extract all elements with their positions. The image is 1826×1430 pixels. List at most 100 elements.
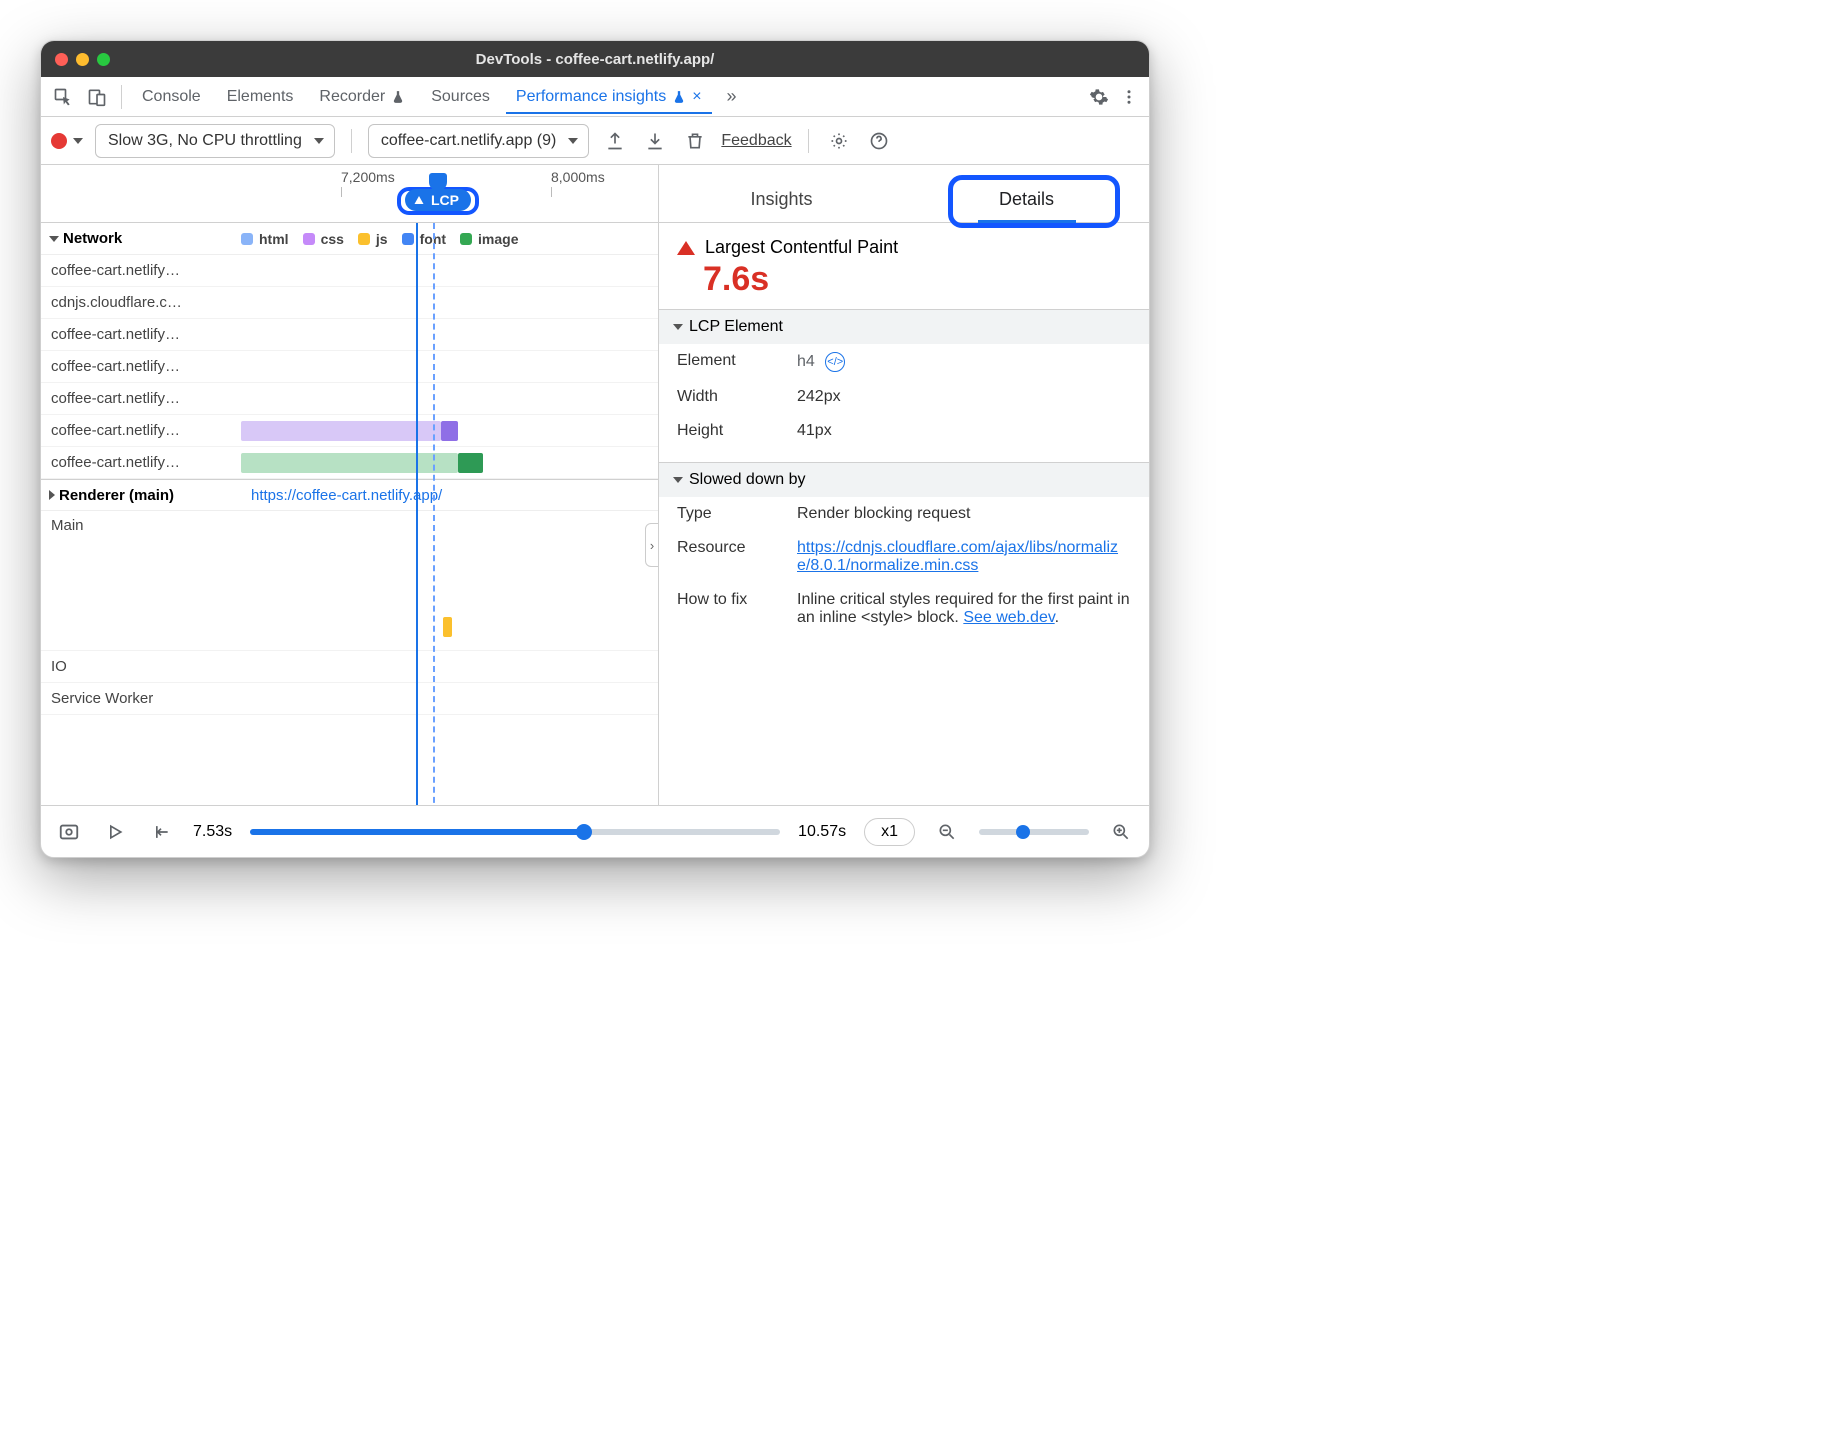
tab-elements[interactable]: Elements (217, 80, 304, 114)
section-header[interactable]: LCP Element (659, 310, 1149, 344)
renderer-row[interactable]: Service Worker (41, 683, 658, 715)
devtools-window: DevTools - coffee-cart.netlify.app/ Cons… (40, 40, 1150, 858)
renderer-row[interactable]: IO (41, 651, 658, 683)
element-tag: h4 (797, 353, 815, 370)
timeline-scrubber[interactable] (250, 829, 780, 835)
chevron-down-icon (49, 236, 59, 242)
webdev-link[interactable]: See web.dev (963, 609, 1054, 626)
zoom-out-icon[interactable] (933, 818, 961, 846)
tab-insights[interactable]: Insights (659, 177, 904, 222)
network-rows: coffee-cart.netlify…cdnjs.cloudflare.c…c… (41, 255, 658, 479)
tab-label: Performance insights (516, 88, 666, 106)
expand-right-handle[interactable]: › (645, 523, 658, 567)
playback-speed-pill[interactable]: x1 (864, 818, 915, 846)
delete-icon[interactable] (681, 127, 709, 155)
tab-performance-insights[interactable]: Performance insights × (506, 80, 712, 114)
feedback-link[interactable]: Feedback (721, 132, 791, 150)
network-row[interactable]: coffee-cart.netlify… (41, 319, 658, 351)
network-row[interactable]: coffee-cart.netlify… (41, 255, 658, 287)
separator (351, 129, 352, 153)
device-toolbar-icon[interactable] (83, 83, 111, 111)
main-content: 7,200ms 8,000ms LCP Network (41, 165, 1149, 805)
help-icon[interactable] (865, 127, 893, 155)
settings-icon[interactable] (1087, 85, 1111, 109)
right-tabs: Insights Details (659, 165, 1149, 223)
kv-key: Height (677, 422, 787, 440)
network-row-label: coffee-cart.netlify… (41, 454, 241, 471)
go-to-start-icon[interactable] (147, 818, 175, 846)
recording-select[interactable]: coffee-cart.netlify.app (9) (368, 124, 590, 158)
panel-settings-icon[interactable] (825, 127, 853, 155)
network-row[interactable]: coffee-cart.netlify… (41, 415, 658, 447)
timeline-body: Network htmlcssjsfontimage coffee-cart.n… (41, 223, 658, 805)
network-row[interactable]: coffee-cart.netlify… (41, 383, 658, 415)
zoom-in-icon[interactable] (1107, 818, 1135, 846)
tab-recorder[interactable]: Recorder (309, 80, 415, 114)
renderer-row[interactable]: Main (41, 511, 658, 651)
lcp-marker[interactable]: LCP (397, 189, 479, 211)
insights-toolbar: Slow 3G, No CPU throttling coffee-cart.n… (41, 117, 1149, 165)
tab-sources[interactable]: Sources (421, 80, 500, 114)
resource-link[interactable]: https://cdnjs.cloudflare.com/ajax/libs/n… (797, 539, 1118, 574)
throttling-select[interactable]: Slow 3G, No CPU throttling (95, 124, 335, 158)
tab-label: Console (142, 88, 201, 106)
section-network-header[interactable]: Network htmlcssjsfontimage (41, 223, 658, 255)
kv-value: Inline critical styles required for the … (797, 591, 1131, 627)
time-tick: 8,000ms (551, 169, 605, 185)
inspect-element-icon[interactable] (49, 83, 77, 111)
renderer-row-label: IO (41, 658, 241, 675)
panel-tabs: Console Elements Recorder Sources Perfor… (41, 77, 1149, 117)
network-row-label: coffee-cart.netlify… (41, 358, 241, 375)
chevron-right-icon (49, 490, 55, 500)
triangle-up-icon (413, 194, 425, 206)
legend-chip: css (303, 231, 344, 247)
timeline-panel: 7,200ms 8,000ms LCP Network (41, 165, 659, 805)
section-renderer-header[interactable]: Renderer (main) https://coffee-cart.netl… (41, 479, 658, 511)
time-tick: 7,200ms (341, 169, 395, 185)
section-header[interactable]: Slowed down by (659, 463, 1149, 497)
tab-details[interactable]: Details (904, 177, 1149, 222)
renderer-url-link[interactable]: https://coffee-cart.netlify.app/ (241, 487, 442, 504)
minimize-window-button[interactable] (76, 53, 89, 66)
kv-value: Render blocking request (797, 505, 1131, 523)
chevron-down-icon (73, 138, 83, 144)
section-title: LCP Element (689, 318, 783, 336)
network-row[interactable]: coffee-cart.netlify… (41, 351, 658, 383)
playhead-handle-icon[interactable] (429, 173, 447, 191)
tab-label: Insights (750, 189, 812, 209)
time-start-label: 7.53s (193, 823, 232, 841)
legend-chip: js (358, 231, 388, 247)
titlebar[interactable]: DevTools - coffee-cart.netlify.app/ (41, 41, 1149, 77)
details-panel: Insights Details Largest Contentful Pain… (659, 165, 1149, 805)
kv-value: 41px (797, 422, 1131, 440)
timeline-ruler[interactable]: 7,200ms 8,000ms LCP (41, 165, 658, 223)
zoom-window-button[interactable] (97, 53, 110, 66)
kv-key: Element (677, 352, 787, 372)
more-tabs-icon[interactable]: » (718, 83, 746, 111)
window-controls (41, 53, 110, 66)
tab-console[interactable]: Console (132, 80, 211, 114)
flask-icon (391, 90, 405, 104)
zoom-slider[interactable] (979, 829, 1089, 835)
transport-bar: 7.53s 10.57s x1 (41, 805, 1149, 857)
close-tab-icon[interactable]: × (692, 88, 701, 106)
section-title: Slowed down by (689, 471, 806, 489)
import-icon[interactable] (641, 127, 669, 155)
kv-value: https://cdnjs.cloudflare.com/ajax/libs/n… (797, 539, 1131, 575)
play-icon[interactable] (101, 818, 129, 846)
renderer-row-label: Main (41, 517, 241, 534)
network-row[interactable]: coffee-cart.netlify… (41, 447, 658, 479)
reveal-element-icon[interactable]: </> (825, 352, 845, 372)
separator (121, 85, 122, 109)
kebab-menu-icon[interactable] (1117, 85, 1141, 109)
kv-key: Type (677, 505, 787, 523)
network-row[interactable]: cdnjs.cloudflare.c… (41, 287, 658, 319)
metric-value: 7.6s (703, 260, 1131, 299)
close-window-button[interactable] (55, 53, 68, 66)
legend-chip: image (460, 231, 518, 247)
record-button[interactable] (51, 133, 83, 149)
export-icon[interactable] (601, 127, 629, 155)
renderer-row-label: Service Worker (41, 690, 241, 707)
kv-key: Width (677, 388, 787, 406)
toggle-screenshot-icon[interactable] (55, 818, 83, 846)
